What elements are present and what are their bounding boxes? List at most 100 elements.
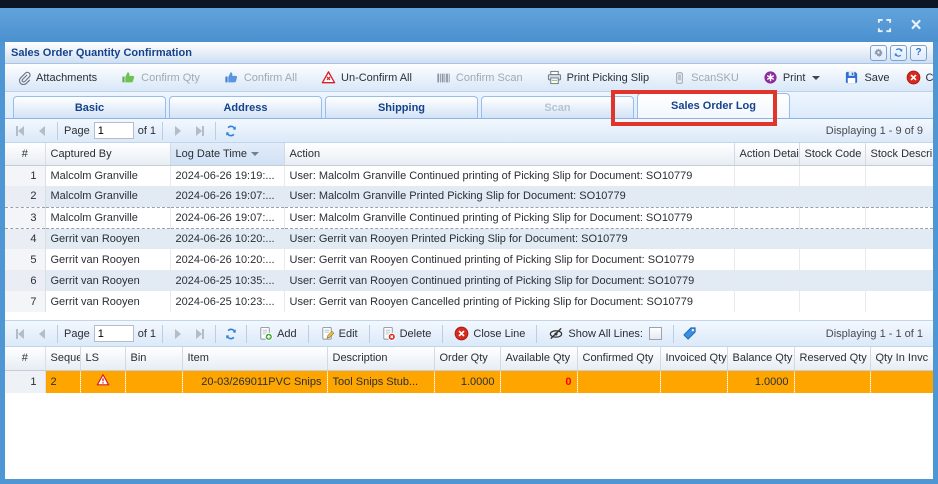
action-cell: User: Malcolm Granville Continued printi… xyxy=(284,165,734,186)
column-header-description[interactable]: Description xyxy=(327,347,434,370)
unconfirm-all-label: Un-Confirm All xyxy=(341,72,412,84)
captured-by-cell: Malcolm Granville xyxy=(45,186,170,207)
pager-separator xyxy=(308,325,309,343)
add-label: Add xyxy=(277,328,297,340)
table-row[interactable]: 4 Gerrit van Rooyen 2024-06-26 10:20:...… xyxy=(5,228,933,249)
refresh-grid-button[interactable] xyxy=(222,122,240,140)
tab-shipping[interactable]: Shipping xyxy=(325,96,478,118)
column-header-item[interactable]: Item xyxy=(182,347,327,370)
column-header-reserved-qty[interactable]: Reserved Qty xyxy=(794,347,870,370)
first-page-button[interactable] xyxy=(11,325,29,343)
stock-code-cell xyxy=(799,291,865,312)
prev-page-button[interactable] xyxy=(33,325,51,343)
table-row[interactable]: 2 Malcolm Granville 2024-06-26 19:07:...… xyxy=(5,186,933,207)
stock-description-cell xyxy=(865,165,933,186)
edit-button[interactable]: Edit xyxy=(315,325,363,342)
maximize-button[interactable] xyxy=(874,15,894,35)
column-header-log-date-time[interactable]: Log Date Time xyxy=(170,143,284,165)
column-header-available-qty[interactable]: Available Qty xyxy=(500,347,577,370)
column-header-ls[interactable]: LS xyxy=(80,347,125,370)
pager-separator xyxy=(57,122,58,140)
add-button[interactable]: Add xyxy=(253,325,302,342)
print-picking-slip-button[interactable]: Print Picking Slip xyxy=(541,68,656,87)
sales-order-lines-grid: # Sequer LS Bin Item Description Order Q… xyxy=(5,347,934,393)
scansku-button[interactable]: ScanSKU xyxy=(667,69,745,87)
page-of-label: of 1 xyxy=(138,125,156,137)
qty-in-invoice-cell xyxy=(870,370,933,393)
confirm-all-button[interactable]: Confirm All xyxy=(218,68,303,87)
help-button[interactable]: ? xyxy=(910,45,927,61)
action-detail-cell xyxy=(734,249,799,270)
prev-page-button[interactable] xyxy=(33,122,51,140)
sales-order-log-grid: # Captured By Log Date Time Action Actio… xyxy=(5,143,934,312)
barcode-icon xyxy=(436,71,451,85)
first-page-button[interactable] xyxy=(11,122,29,140)
last-page-button[interactable] xyxy=(191,325,209,343)
column-header-invoiced-qty[interactable]: Invoiced Qty xyxy=(660,347,727,370)
stock-code-cell xyxy=(799,249,865,270)
eye-slash-icon xyxy=(548,326,564,341)
window-body: Sales Order Quantity Confirmation ? xyxy=(0,42,938,484)
settings-button[interactable] xyxy=(870,45,887,61)
table-row[interactable]: 1 2 20-03/269011PVC Snips Tool Snips Stu… xyxy=(5,370,933,393)
tab-address[interactable]: Address xyxy=(169,96,322,118)
unconfirm-all-button[interactable]: Un-Confirm All xyxy=(315,68,418,87)
log-grid-header-row: # Captured By Log Date Time Action Actio… xyxy=(5,143,933,165)
column-header-num[interactable]: # xyxy=(5,143,45,165)
column-header-stock-description[interactable]: Stock Descri xyxy=(865,143,933,165)
tab-sales-order-log[interactable]: Sales Order Log xyxy=(637,93,790,118)
sales-order-window: × Sales Order Quantity Confirmation ? xyxy=(0,0,938,484)
add-icon xyxy=(258,326,273,341)
table-row[interactable]: 3 Malcolm Granville 2024-06-26 19:07:...… xyxy=(5,207,933,228)
confirmed-qty-cell xyxy=(577,370,660,393)
log-date-cell: 2024-06-26 19:19:... xyxy=(170,165,284,186)
column-header-action-detail[interactable]: Action Detai xyxy=(734,143,799,165)
close-button[interactable]: Close xyxy=(900,68,938,87)
column-header-sequence[interactable]: Sequer xyxy=(45,347,80,370)
print-button[interactable]: Print xyxy=(757,68,827,87)
panel-header: Sales Order Quantity Confirmation ? xyxy=(5,42,933,64)
action-cell: User: Malcolm Granville Printed Picking … xyxy=(284,186,734,207)
delete-button[interactable]: Delete xyxy=(376,325,437,342)
row-number-cell: 1 xyxy=(5,370,45,393)
next-page-button[interactable] xyxy=(169,325,187,343)
column-header-stock-code[interactable]: Stock Code xyxy=(799,143,865,165)
captured-by-cell: Malcolm Granville xyxy=(45,207,170,228)
column-header-action[interactable]: Action xyxy=(284,143,734,165)
save-button[interactable]: Save xyxy=(838,68,895,87)
confirm-all-label: Confirm All xyxy=(244,72,297,84)
last-page-button[interactable] xyxy=(191,122,209,140)
print-label: Print xyxy=(783,72,806,84)
pager-separator xyxy=(536,325,537,343)
window-close-button[interactable]: × xyxy=(906,15,926,35)
page-number-input[interactable] xyxy=(94,325,134,342)
column-header-balance-qty[interactable]: Balance Qty xyxy=(727,347,794,370)
refresh-button[interactable] xyxy=(890,45,907,61)
delete-label: Delete xyxy=(400,328,432,340)
table-row[interactable]: 5 Gerrit van Rooyen 2024-06-26 10:20:...… xyxy=(5,249,933,270)
confirm-qty-button[interactable]: Confirm Qty xyxy=(115,68,206,87)
tab-scan[interactable]: Scan xyxy=(481,96,634,118)
stock-description-cell xyxy=(865,249,933,270)
show-all-lines-checkbox[interactable] xyxy=(649,327,662,340)
column-header-captured-by[interactable]: Captured By xyxy=(45,143,170,165)
column-header-qty-in-invoice[interactable]: Qty In Invc xyxy=(870,347,933,370)
column-header-num[interactable]: # xyxy=(5,347,45,370)
close-line-button[interactable]: Close Line xyxy=(449,325,530,342)
refresh-grid-button[interactable] xyxy=(222,325,240,343)
tag-button[interactable] xyxy=(680,325,698,343)
tab-basic[interactable]: Basic xyxy=(13,96,166,118)
order-qty-cell: 1.0000 xyxy=(434,370,500,393)
tab-address-label: Address xyxy=(223,102,267,114)
column-header-bin[interactable]: Bin xyxy=(125,347,182,370)
table-row[interactable]: 1 Malcolm Granville 2024-06-26 19:19:...… xyxy=(5,165,933,186)
column-header-order-qty[interactable]: Order Qty xyxy=(434,347,500,370)
next-page-button[interactable] xyxy=(169,122,187,140)
table-row[interactable]: 6 Gerrit van Rooyen 2024-06-25 10:35:...… xyxy=(5,270,933,291)
column-header-confirmed-qty[interactable]: Confirmed Qty xyxy=(577,347,660,370)
print-circle-icon xyxy=(763,70,778,85)
page-number-input[interactable] xyxy=(94,122,134,139)
table-row[interactable]: 7 Gerrit van Rooyen 2024-06-25 10:23:...… xyxy=(5,291,933,312)
confirm-scan-button[interactable]: Confirm Scan xyxy=(430,69,529,87)
attachments-button[interactable]: Attachments xyxy=(11,69,103,87)
